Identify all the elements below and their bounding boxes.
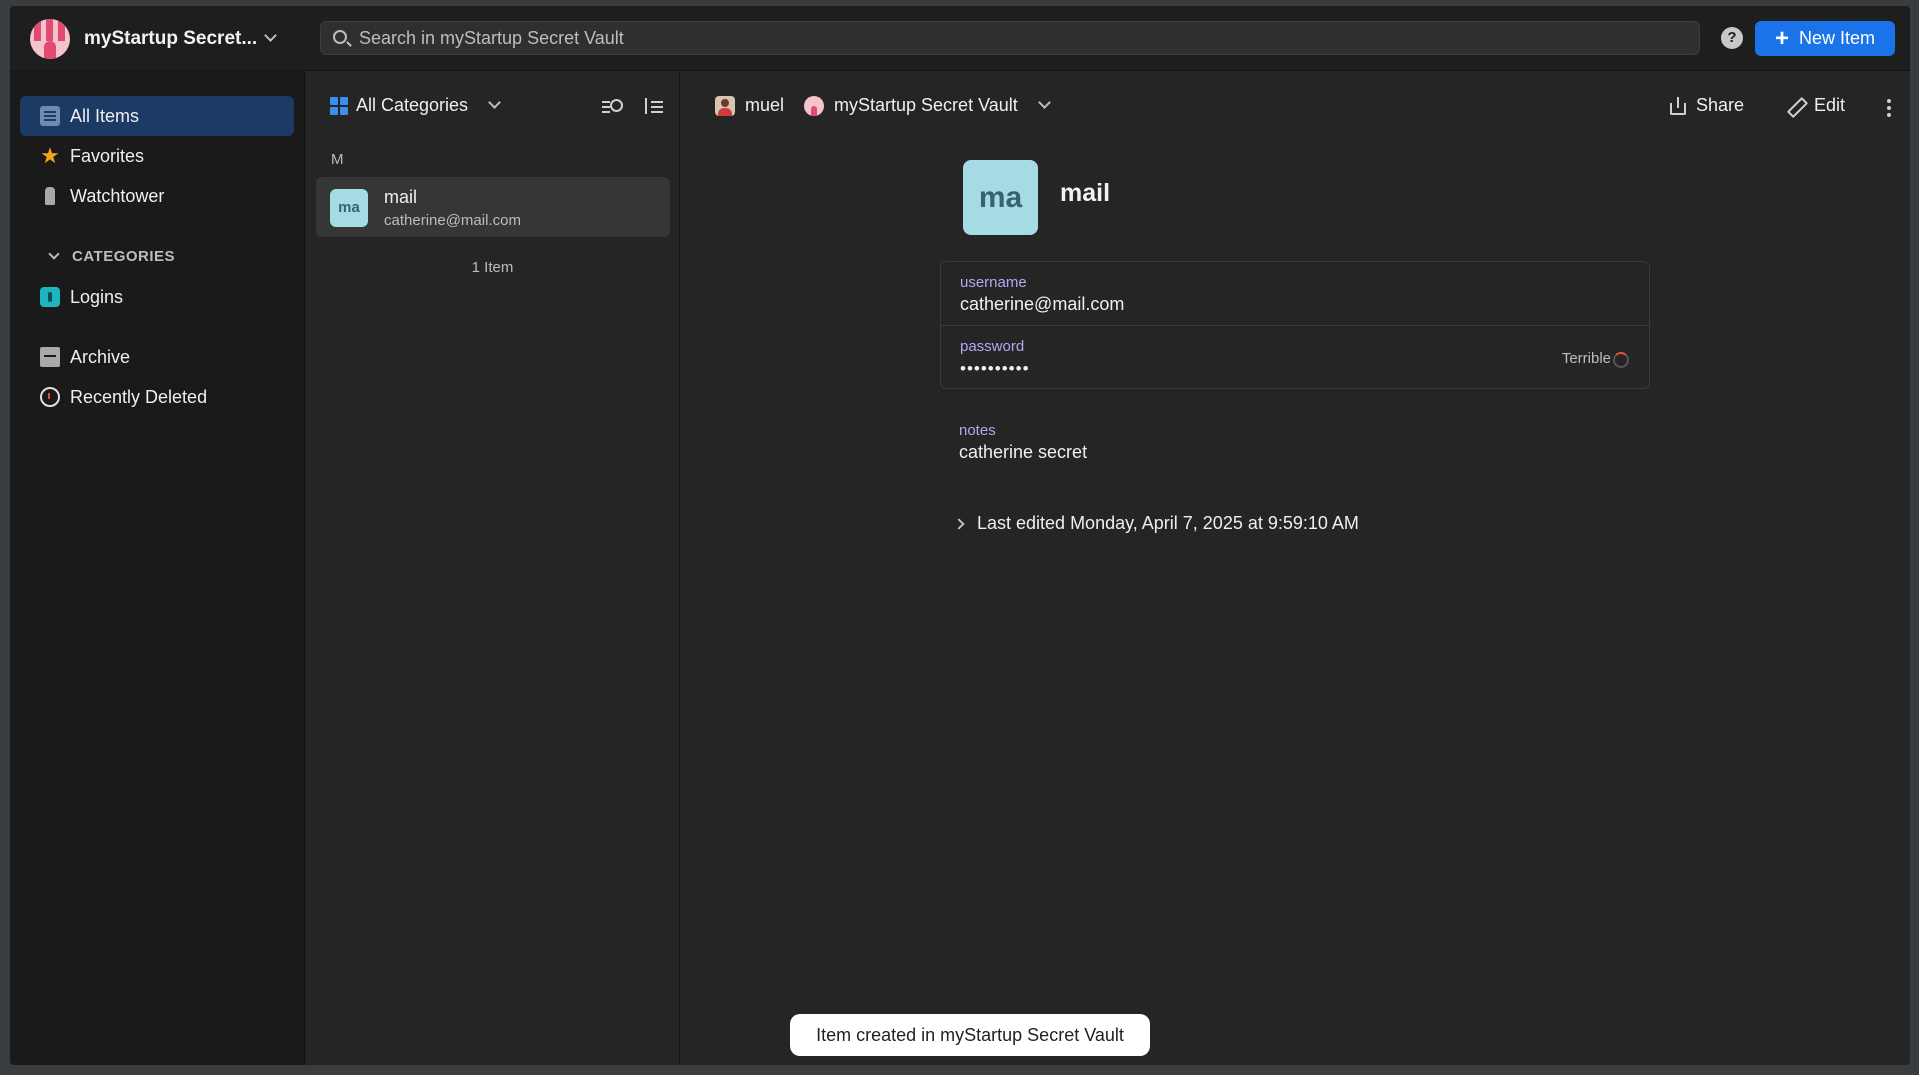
watchtower-icon [40, 186, 60, 206]
recently-deleted-icon [40, 387, 60, 407]
field-label: password [960, 338, 1025, 355]
field-label: username [960, 274, 1027, 291]
username-field[interactable]: username catherine@mail.com [941, 262, 1649, 325]
search-icon [333, 30, 347, 44]
sort-icon[interactable] [643, 98, 665, 116]
category-filter-label: All Categories [356, 95, 469, 115]
sidebar-item-label: Favorites [70, 145, 145, 166]
sidebar: All Items ★ Favorites Watchtower CATEGOR… [10, 71, 305, 1065]
vault-icon [804, 95, 825, 116]
pencil-icon [1788, 98, 1804, 114]
sidebar-item-logins[interactable]: Logins [20, 277, 294, 317]
filter-search-icon[interactable] [602, 98, 624, 116]
item-title: mail [384, 187, 418, 207]
owner-name: muel [745, 95, 785, 115]
sidebar-item-label: Recently Deleted [70, 386, 208, 407]
share-button[interactable]: Share [1670, 95, 1744, 116]
chevron-right-icon [953, 517, 965, 530]
owner-vault-selector[interactable]: muel myStartup Secret Vault [715, 95, 1051, 116]
categories-label: CATEGORIES [72, 248, 176, 265]
notes-label: notes [959, 422, 996, 439]
item-avatar: ma [330, 189, 368, 227]
plus-icon: + [1774, 24, 1789, 52]
credentials-card: username catherine@mail.com password •••… [940, 261, 1650, 389]
edit-button[interactable]: Edit [1788, 95, 1845, 116]
item-list-panel: All Categories M ma mail catherine@mail.… [305, 71, 680, 1065]
search-input[interactable] [359, 27, 1699, 49]
help-icon[interactable]: ? [1721, 27, 1743, 49]
category-filter-dropdown[interactable]: All Categories [330, 95, 501, 116]
sidebar-item-label: Watchtower [70, 185, 165, 206]
item-detail-panel: muel myStartup Secret Vault Share Edit m… [680, 71, 1910, 1065]
chevron-down-icon [488, 96, 501, 109]
vault-avatar-icon [30, 18, 70, 59]
last-edited-text: Last edited Monday, April 7, 2025 at 9:5… [977, 513, 1359, 533]
sidebar-item-archive[interactable]: Archive [20, 337, 294, 377]
chevron-down-icon [264, 29, 277, 42]
item-avatar-large: ma [963, 160, 1038, 235]
new-item-label: New Item [1798, 28, 1876, 48]
sidebar-item-watchtower[interactable]: Watchtower [20, 176, 294, 216]
sidebar-item-recently-deleted[interactable]: Recently Deleted [20, 377, 294, 417]
sidebar-item-favorites[interactable]: ★ Favorites [20, 136, 294, 176]
categories-header[interactable]: CATEGORIES [48, 248, 176, 265]
sidebar-item-all-items[interactable]: All Items [20, 96, 294, 136]
last-edited-toggle[interactable]: Last edited Monday, April 7, 2025 at 9:5… [953, 513, 1359, 534]
vault-label: myStartup Secret Vault [834, 95, 1018, 115]
top-bar: myStartup Secret... ? + New Item [10, 6, 1910, 71]
sidebar-item-label: All Items [70, 105, 140, 126]
all-items-icon [40, 106, 60, 126]
edit-label: Edit [1814, 95, 1846, 115]
login-icon [40, 287, 60, 307]
chevron-down-icon [1037, 96, 1051, 109]
password-strength-label: Terrible [1561, 350, 1611, 367]
field-value[interactable]: catherine@mail.com [960, 294, 1124, 315]
password-value[interactable]: •••••••••• [960, 359, 1030, 379]
more-options-icon[interactable] [1887, 99, 1891, 103]
search-bar[interactable] [320, 21, 1700, 55]
notes-value: catherine secret [959, 442, 1088, 462]
vault-name: myStartup Secret... [84, 27, 258, 49]
item-count: 1 Item [471, 259, 514, 276]
new-item-button[interactable]: + New Item [1755, 21, 1895, 56]
sidebar-item-label: Logins [70, 286, 124, 307]
archive-icon [40, 347, 60, 367]
group-letter: M [331, 151, 344, 168]
item-title: mail [1060, 179, 1111, 207]
list-item[interactable]: ma mail catherine@mail.com [316, 177, 670, 237]
strength-meter-icon [1613, 352, 1629, 368]
star-icon: ★ [40, 143, 60, 168]
password-field[interactable]: password •••••••••• Terrible [941, 325, 1649, 388]
share-icon [1670, 96, 1686, 115]
sidebar-item-label: Archive [70, 346, 131, 367]
toast-notification: Item created in myStartup Secret Vault [790, 1014, 1150, 1056]
chevron-down-icon [48, 248, 60, 260]
grid-icon [330, 96, 348, 115]
share-label: Share [1696, 95, 1745, 115]
user-avatar-icon [715, 95, 735, 116]
item-subtitle: catherine@mail.com [384, 212, 521, 229]
vault-switcher[interactable]: myStartup Secret... [10, 6, 305, 71]
app-window: myStartup Secret... ? + New Item All Ite… [10, 6, 1910, 1065]
